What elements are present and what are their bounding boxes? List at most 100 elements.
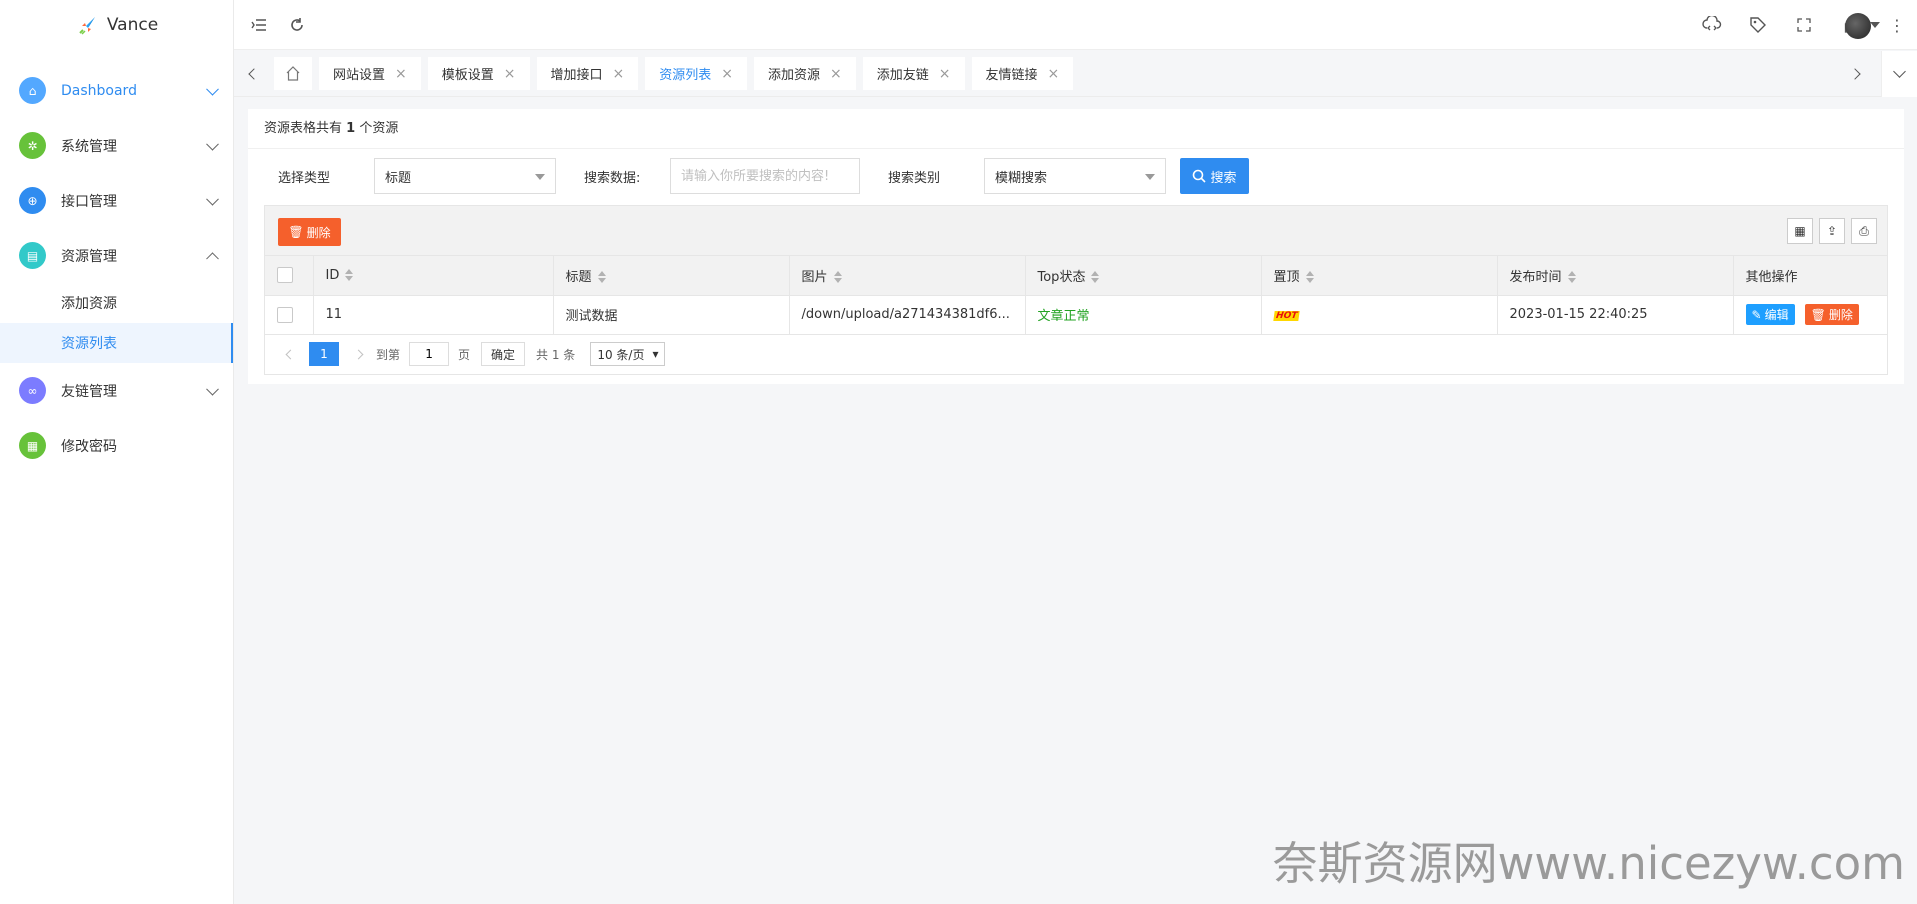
sort-icon[interactable]	[1567, 271, 1576, 284]
resource-list-card: 资源表格共有 1 个资源 选择类型 标题 搜索数据: 搜索类别 模糊搜索 搜索 …	[248, 109, 1904, 384]
sort-icon[interactable]	[1305, 271, 1314, 284]
cloud-code-icon[interactable]	[1702, 15, 1722, 35]
row-select-cell	[265, 295, 314, 335]
link-icon: ∞	[19, 377, 46, 404]
goto-label: 到第	[376, 347, 401, 362]
sidebar-menu: ⌂ Dashboard ✲ 系统管理 ⊕ 接口管理 ▤ 资源管理 添加资源 资源…	[0, 63, 233, 473]
print-icon[interactable]: ⎙	[1851, 218, 1877, 244]
columns-filter-icon[interactable]: ▦	[1787, 218, 1813, 244]
tab-friend-links[interactable]: 友情链接 ×	[971, 57, 1074, 90]
sidebar-item-label: Dashboard	[61, 82, 137, 99]
next-page-button[interactable]	[345, 341, 371, 367]
close-icon[interactable]: ×	[939, 66, 951, 82]
sort-icon[interactable]	[597, 271, 606, 284]
edit-button[interactable]: ✎ 编辑	[1745, 304, 1795, 325]
home-icon	[286, 66, 300, 81]
table-header-row: ID 标题 图片 Top状态 置顶 发布时间 其他操作	[265, 256, 1887, 296]
column-header-title[interactable]: 标题	[553, 256, 790, 296]
search-button[interactable]: 搜索	[1180, 158, 1249, 194]
type-select[interactable]: 标题	[374, 158, 556, 194]
cell-time: 2023-01-15 22:40:25	[1497, 295, 1734, 335]
category-select[interactable]: 模糊搜索	[984, 158, 1166, 194]
sort-icon[interactable]	[1091, 271, 1100, 284]
page-size-select[interactable]: 10 条/页 ▾	[590, 342, 666, 366]
sidebar-subitem-add-resource[interactable]: 添加资源	[0, 283, 233, 323]
sidebar-item-resources[interactable]: ▤ 资源管理	[0, 228, 233, 283]
table-toolbar: 🗑 删除 ▦ ⇪ ⎙	[265, 206, 1887, 256]
tab-resource-list[interactable]: 资源列表 ×	[645, 57, 747, 90]
goto-confirm-button[interactable]: 确定	[481, 342, 526, 366]
sidebar-subitem-resource-list[interactable]: 资源列表	[0, 323, 233, 363]
search-data-label: 搜索数据:	[584, 171, 641, 186]
tab-add-api[interactable]: 增加接口 ×	[536, 57, 639, 90]
tabs-next-button[interactable]	[1841, 51, 1869, 97]
data-table: ID 标题 图片 Top状态 置顶 发布时间 其他操作 11 测试数据 /dow…	[265, 256, 1887, 335]
search-input[interactable]	[670, 158, 860, 194]
refresh-icon[interactable]	[287, 15, 307, 35]
resource-table: 🗑 删除 ▦ ⇪ ⎙ ID 标题 图片 Top状态 置顶 发布时间 其他操作 1…	[264, 205, 1888, 375]
cell-title: 测试数据	[553, 295, 790, 335]
close-icon[interactable]: ×	[395, 66, 407, 82]
tabs: 网站设置 × 模板设置 × 增加接口 × 资源列表 × 添加资源 × 添加友链 × 友情链接…	[274, 57, 1074, 90]
page-label: 页	[458, 347, 471, 362]
tab-label: 添加资源	[768, 68, 821, 83]
chevron-down-icon	[1893, 64, 1906, 78]
chevron-down-icon	[206, 137, 219, 151]
fullscreen-icon[interactable]	[1794, 15, 1814, 35]
tab-website-settings[interactable]: 网站设置 ×	[319, 57, 421, 90]
resource-summary: 资源表格共有 1 个资源	[248, 109, 1904, 149]
column-header-publish-time[interactable]: 发布时间	[1497, 256, 1734, 296]
close-icon[interactable]: ×	[613, 66, 625, 82]
column-header-id[interactable]: ID	[313, 256, 554, 296]
close-icon[interactable]: ×	[1048, 66, 1060, 82]
table-row[interactable]: 11 测试数据 /down/upload/a271434381df6... 文章…	[265, 295, 1887, 335]
gear-icon: ✲	[19, 132, 46, 159]
summary-suffix: 个资源	[359, 121, 399, 136]
avatar[interactable]	[1845, 13, 1871, 39]
tab-label: 增加接口	[550, 68, 603, 83]
sidebar-item-dashboard[interactable]: ⌂ Dashboard	[0, 63, 233, 118]
batch-delete-button[interactable]: 🗑 删除	[278, 218, 341, 246]
tab-template-settings[interactable]: 模板设置 ×	[427, 57, 530, 90]
goto-page-input[interactable]	[409, 342, 450, 366]
sidebar-item-system[interactable]: ✲ 系统管理	[0, 118, 233, 173]
cell-id: 11	[313, 295, 554, 335]
column-header-top-status[interactable]: Top状态	[1025, 256, 1262, 296]
caret-down-icon: ▾	[652, 347, 659, 361]
edit-label: 编辑	[1764, 308, 1789, 322]
chevron-up-icon	[206, 251, 219, 265]
caret-down-icon[interactable]	[1870, 22, 1880, 28]
sidebar: Vance ⌂ Dashboard ✲ 系统管理 ⊕ 接口管理 ▤ 资源管理 添…	[0, 0, 234, 904]
column-header-pinned[interactable]: 置顶	[1261, 256, 1498, 296]
rocket-icon	[75, 13, 100, 37]
sidebar-item-password[interactable]: ▦ 修改密码	[0, 418, 233, 473]
column-header-label: Top状态	[1037, 269, 1086, 285]
cell-status: 文章正常	[1025, 295, 1262, 335]
row-checkbox[interactable]	[277, 306, 293, 323]
tab-add-link[interactable]: 添加友链 ×	[862, 57, 965, 90]
sort-icon[interactable]	[345, 269, 354, 282]
tag-icon[interactable]	[1748, 15, 1768, 35]
prev-page-button[interactable]	[277, 341, 303, 367]
menu-collapse-icon[interactable]	[249, 15, 269, 35]
chevron-down-icon	[206, 382, 219, 396]
close-icon[interactable]: ×	[721, 66, 733, 82]
chevron-down-icon	[206, 192, 219, 206]
sidebar-item-links[interactable]: ∞ 友链管理	[0, 363, 233, 418]
export-icon[interactable]: ⇪	[1819, 218, 1845, 244]
tabs-prev-button[interactable]	[240, 51, 268, 97]
tabs-menu-button[interactable]	[1881, 51, 1917, 97]
more-vertical-icon[interactable]: ⋮	[1887, 15, 1907, 35]
tab-add-resource[interactable]: 添加资源 ×	[754, 57, 856, 90]
delete-button[interactable]: 🗑 删除	[1804, 304, 1859, 325]
sidebar-item-api[interactable]: ⊕ 接口管理	[0, 173, 233, 228]
logo[interactable]: Vance	[0, 0, 233, 50]
sidebar-item-label: 修改密码	[61, 438, 117, 455]
close-icon[interactable]: ×	[830, 66, 842, 82]
sort-icon[interactable]	[833, 271, 842, 284]
select-all-checkbox[interactable]	[277, 267, 293, 284]
column-header-image[interactable]: 图片	[789, 256, 1026, 296]
close-icon[interactable]: ×	[504, 66, 516, 82]
tab-home[interactable]	[274, 57, 312, 90]
page-number-current[interactable]: 1	[309, 342, 339, 366]
